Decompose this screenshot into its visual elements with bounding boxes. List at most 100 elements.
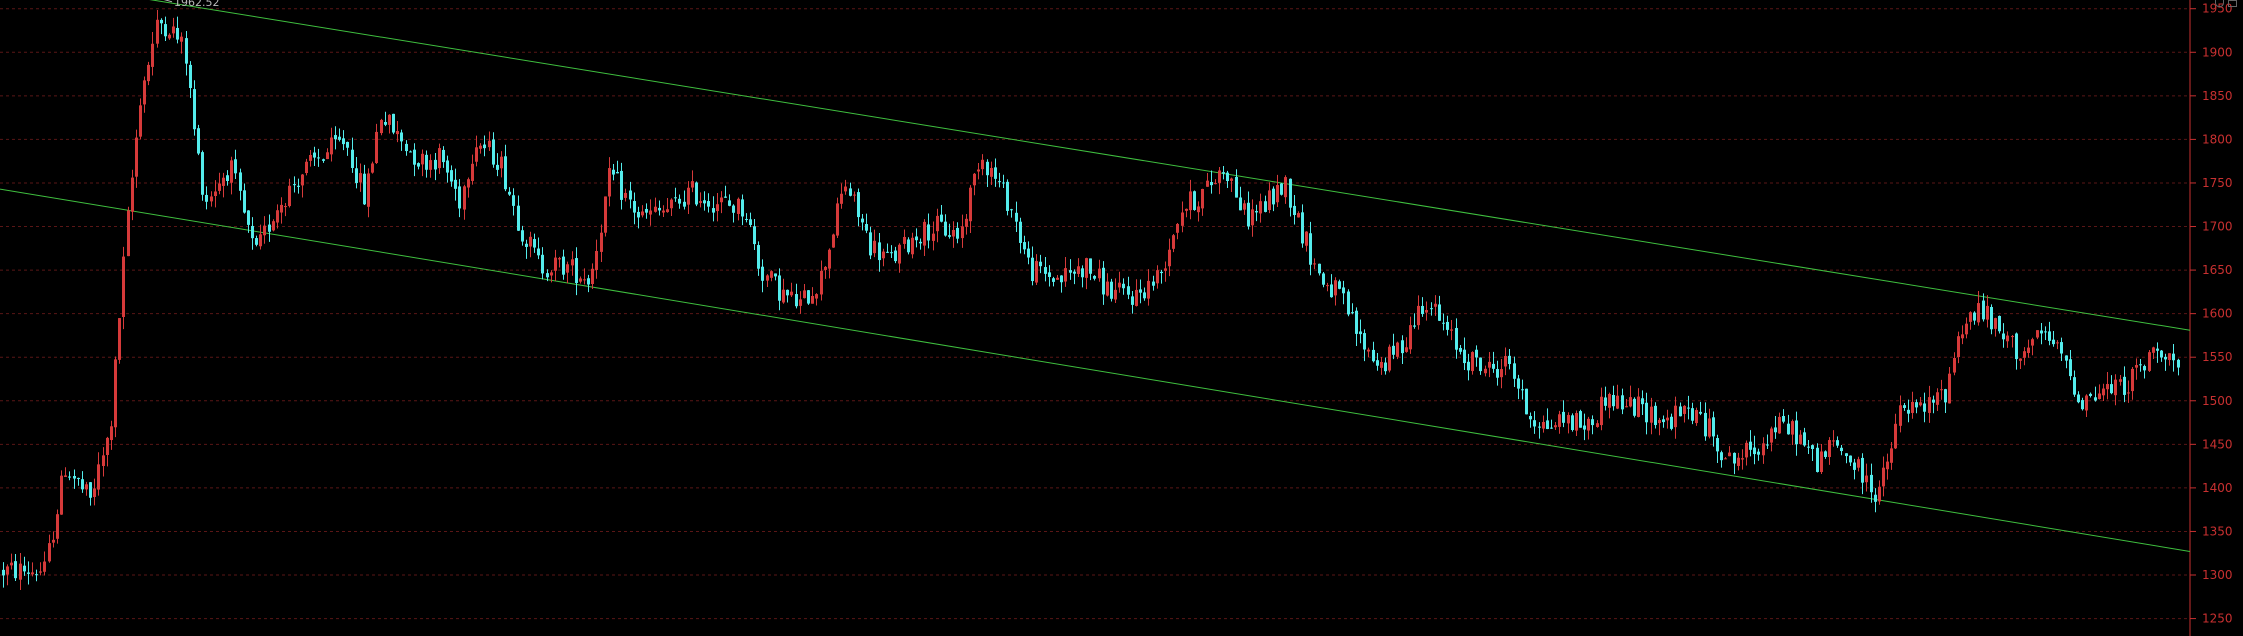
candle-up (1554, 425, 1557, 428)
candle-up (1865, 475, 1868, 483)
candle-up (1977, 303, 1980, 323)
candle-up (1276, 185, 1279, 203)
candle-up (1616, 395, 1619, 409)
candle-down (1463, 349, 1466, 364)
candle-down (1517, 378, 1520, 389)
candle-down (2123, 376, 2126, 395)
candle-down (2065, 355, 2068, 361)
candle-down (948, 235, 951, 237)
candle-up (1894, 423, 1897, 449)
candle-up (2127, 392, 2130, 394)
candlestick-chart[interactable]: 1250 1300 1350 1400 1450 1500 1550 1600 1650 1700… (0, 0, 2243, 636)
candle-up (479, 145, 482, 149)
candle-up (1214, 183, 1217, 185)
candle-down (1247, 202, 1250, 227)
candle-up (770, 271, 773, 278)
candle-down (425, 154, 428, 170)
candle-up (31, 572, 34, 575)
candle-up (280, 204, 283, 213)
candle-up (127, 210, 130, 257)
candle-up (1035, 261, 1038, 283)
candle-down (1973, 312, 1976, 321)
candle-up (1878, 486, 1881, 502)
candle-down (450, 170, 453, 182)
candle-down (645, 208, 648, 213)
candle-down (1811, 445, 1814, 450)
candle-down (861, 218, 864, 223)
candle-up (371, 163, 374, 173)
candle-down (761, 266, 764, 281)
candle-down (616, 172, 619, 174)
candle-up (488, 140, 491, 148)
candle-down (1342, 287, 1345, 294)
candle-up (156, 19, 159, 44)
candle-down (658, 207, 661, 211)
candle-down (757, 245, 760, 269)
candle-down (1372, 349, 1375, 362)
chevron-down-icon[interactable] (2215, 0, 2224, 7)
candle-down (678, 198, 681, 204)
candle-up (1425, 310, 1428, 313)
candle-down (189, 64, 192, 88)
candle-up (438, 148, 441, 169)
candle-down (907, 239, 910, 253)
candle-down (322, 159, 325, 161)
candle-down (1513, 363, 1516, 379)
candle-down (14, 561, 17, 579)
candle-down (998, 181, 1001, 183)
candle-up (56, 514, 59, 539)
candle-up (1197, 206, 1200, 213)
candle-up (566, 264, 569, 273)
candle-up (1135, 289, 1138, 306)
candle-up (932, 233, 935, 241)
candle-down (1235, 176, 1238, 198)
candle-down (1293, 205, 1296, 216)
candle-down (176, 27, 179, 40)
candle-up (641, 211, 644, 216)
candle-down (1521, 389, 1524, 391)
candle-down (894, 250, 897, 262)
candle-down (2015, 333, 2018, 360)
candle-down (1280, 183, 1283, 195)
candle-up (1587, 418, 1590, 431)
candle-up (832, 234, 835, 248)
candle-down (2069, 359, 2072, 377)
candle-up (135, 137, 138, 177)
candle-up (1762, 443, 1765, 456)
window-icon[interactable] (2228, 0, 2237, 7)
candle-up (1243, 203, 1246, 210)
candle-up (820, 270, 823, 295)
candle-up (1056, 277, 1059, 280)
candle-down (741, 199, 744, 217)
window-controls[interactable] (2215, 0, 2237, 10)
peak-annotation-label: 1962.52 (174, 0, 220, 9)
candle-down (956, 227, 959, 239)
y-axis-tick-label: 1450 (2202, 437, 2233, 451)
candle-down (1679, 406, 1682, 417)
candle-up (421, 153, 424, 165)
candle-up (554, 257, 557, 271)
candle-up (1218, 170, 1221, 183)
candle-down (334, 135, 337, 140)
candle-down (504, 156, 507, 190)
candle-up (911, 237, 914, 255)
candle-down (774, 273, 777, 277)
candle-up (1928, 397, 1931, 413)
candle-up (1832, 440, 1835, 442)
candle-down (637, 211, 640, 218)
candle-down (1579, 411, 1582, 428)
candle-up (1948, 373, 1951, 404)
candle-up (2148, 352, 2151, 371)
candle-up (844, 186, 847, 192)
candle-up (2152, 347, 2155, 353)
candle-down (1874, 494, 1877, 502)
candle-up (720, 197, 723, 203)
candle-up (1147, 280, 1150, 299)
candle-down (1363, 333, 1366, 350)
candle-up (969, 187, 972, 222)
candle-up (1417, 305, 1420, 326)
y-axis-tick-label: 1400 (2202, 481, 2233, 495)
candle-down (446, 160, 449, 173)
candle-up (716, 204, 719, 212)
candle-up (840, 193, 843, 204)
